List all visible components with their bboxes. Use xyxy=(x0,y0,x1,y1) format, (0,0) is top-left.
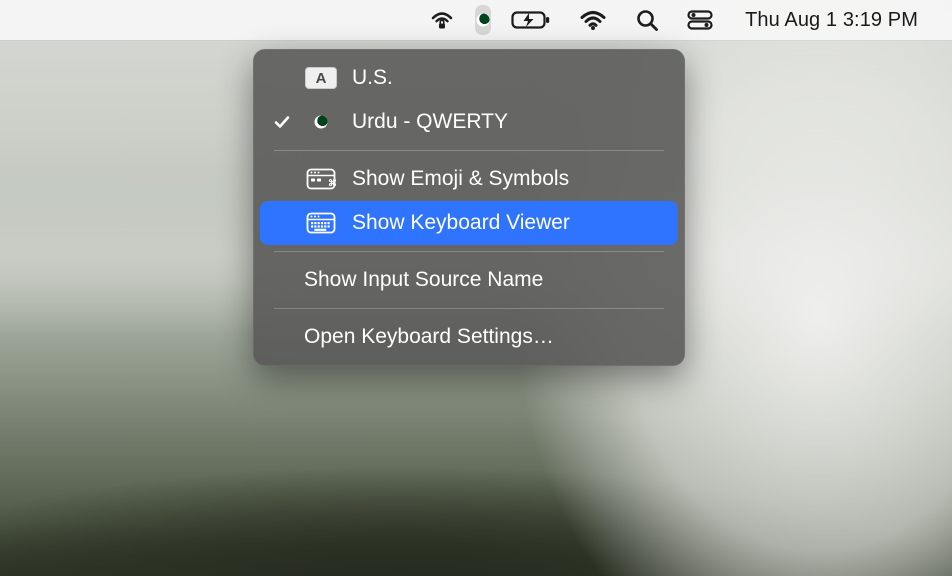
menubar-input-source-item[interactable] xyxy=(469,0,497,40)
menubar-clock[interactable]: Thu Aug 1 3:19 PM xyxy=(727,0,932,40)
input-source-menu: A U.S. Urdu - QWERTY xyxy=(253,49,685,366)
menu-item-open-keyboard-settings[interactable]: Open Keyboard Settings… xyxy=(260,315,678,359)
checkmark-icon xyxy=(266,112,298,132)
us-keyboard-icon: A xyxy=(298,67,344,89)
menubar-control-center-item[interactable] xyxy=(673,0,727,40)
menu-item-show-input-name[interactable]: Show Input Source Name xyxy=(260,258,678,302)
input-source-us[interactable]: A U.S. xyxy=(260,56,678,100)
search-icon xyxy=(635,8,659,32)
menu-item-emoji-symbols[interactable]: ⌘ Show Emoji & Symbols xyxy=(260,157,678,201)
input-source-label: Urdu - QWERTY xyxy=(344,110,508,134)
menubar: Thu Aug 1 3:19 PM xyxy=(0,0,952,40)
keyboard-viewer-icon xyxy=(298,212,344,234)
menu-item-label: Open Keyboard Settings… xyxy=(266,325,554,349)
input-source-label: U.S. xyxy=(344,66,393,90)
menu-item-label: Show Keyboard Viewer xyxy=(344,211,570,235)
battery-charging-icon xyxy=(511,10,551,30)
input-source-urdu[interactable]: Urdu - QWERTY xyxy=(260,100,678,144)
menu-separator xyxy=(274,251,664,252)
menu-item-label: Show Input Source Name xyxy=(266,268,543,292)
menu-item-keyboard-viewer[interactable]: Show Keyboard Viewer xyxy=(260,201,678,245)
character-viewer-icon: ⌘ xyxy=(298,168,344,190)
menubar-vpn-item[interactable] xyxy=(415,0,469,40)
menubar-wifi-item[interactable] xyxy=(565,0,621,40)
menu-item-label: Show Emoji & Symbols xyxy=(344,167,569,191)
menubar-battery-item[interactable] xyxy=(497,0,565,40)
clock-text: Thu Aug 1 3:19 PM xyxy=(745,9,918,32)
menu-separator xyxy=(274,308,664,309)
menubar-spotlight-item[interactable] xyxy=(621,0,673,40)
menu-separator xyxy=(274,150,664,151)
control-center-icon xyxy=(687,10,713,30)
wifi-icon xyxy=(579,9,607,31)
vpn-lock-icon xyxy=(429,9,455,31)
svg-text:⌘: ⌘ xyxy=(328,178,336,188)
